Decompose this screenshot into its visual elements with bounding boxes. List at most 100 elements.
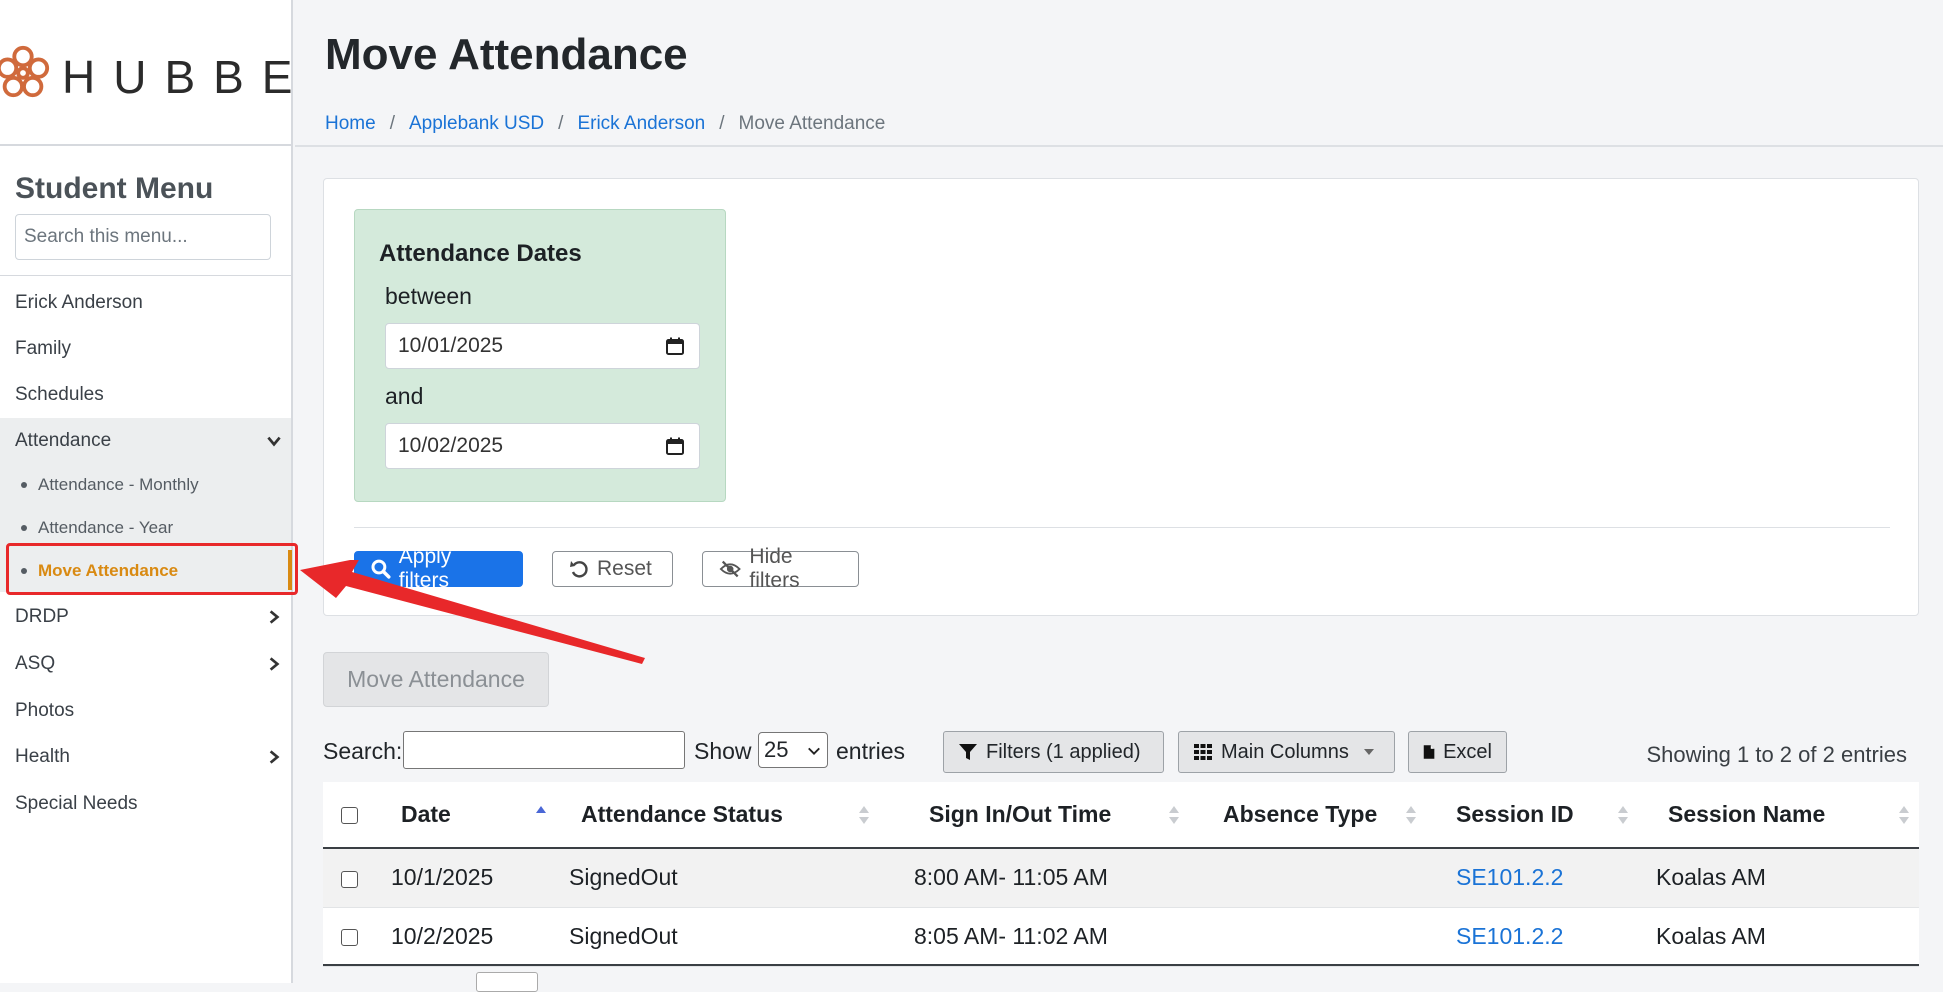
cell-status: SignedOut xyxy=(556,907,879,967)
cell-absence-type xyxy=(1189,907,1426,967)
sidebar-subitem-label: Attendance - Monthly xyxy=(38,475,199,494)
breadcrumb-student-link[interactable]: Erick Anderson xyxy=(577,113,705,135)
cell-status: SignedOut xyxy=(556,848,879,908)
sort-both-icon xyxy=(1899,806,1909,824)
logo-text: HUBBE xyxy=(62,51,311,103)
sidebar-item-photos[interactable]: Photos xyxy=(0,688,291,734)
end-date-input[interactable]: 10/02/2025 xyxy=(385,423,700,469)
page-header: Move Attendance Home / Applebank USD / E… xyxy=(295,0,1943,147)
column-header-label: Sign In/Out Time xyxy=(929,801,1112,827)
breadcrumb-separator: / xyxy=(389,113,395,134)
row-checkbox[interactable] xyxy=(341,929,358,947)
between-label: between xyxy=(385,283,472,309)
column-header-label: Session ID xyxy=(1456,801,1574,827)
sidebar-item-label: Erick Anderson xyxy=(15,292,143,313)
chevron-down-icon xyxy=(267,436,281,447)
sidebar-subitem-move-attendance[interactable]: Move Attendance xyxy=(0,551,291,591)
cell-session-name: Koalas AM xyxy=(1638,907,1919,967)
page-size-value: 25 xyxy=(764,737,789,762)
hide-filters-label: Hide filters xyxy=(749,545,800,592)
sidebar-item-erick-anderson[interactable]: Erick Anderson xyxy=(0,280,291,326)
pagination-stub xyxy=(476,972,538,992)
column-header-attendance-status[interactable]: Attendance Status xyxy=(556,782,879,849)
sidebar-item-label: Schedules xyxy=(15,384,104,405)
column-header-session-id[interactable]: Session ID xyxy=(1426,782,1638,849)
file-icon xyxy=(1423,745,1435,759)
sidebar-item-special-needs[interactable]: Special Needs xyxy=(0,781,291,827)
column-header-sign-in-out-time[interactable]: Sign In/Out Time xyxy=(879,782,1189,849)
sidebar-subitem-label: Move Attendance xyxy=(38,561,179,580)
start-date-input[interactable]: 10/01/2025 xyxy=(385,323,700,369)
column-header-absence-type[interactable]: Absence Type xyxy=(1189,782,1426,849)
session-id-link[interactable]: SE101.2.2 xyxy=(1456,864,1563,890)
page-size-select[interactable]: 25 xyxy=(758,732,828,768)
end-date-value: 10/02/2025 xyxy=(398,434,504,457)
select-all-header xyxy=(323,782,381,849)
entries-label: entries xyxy=(836,738,906,764)
cell-session-id: SE101.2.2 xyxy=(1426,848,1638,908)
calendar-icon[interactable] xyxy=(665,436,685,456)
cell-session-id: SE101.2.2 xyxy=(1426,907,1638,967)
start-date-value: 10/01/2025 xyxy=(398,334,504,357)
menu-divider xyxy=(0,275,291,276)
hide-filters-button[interactable]: Hide filters xyxy=(702,545,859,592)
sidebar-item-drdp[interactable]: DRDP xyxy=(0,594,291,640)
sidebar-subitem-attendance-year[interactable]: Attendance - Year xyxy=(0,508,291,548)
column-header-date[interactable]: Date xyxy=(381,782,556,849)
sidebar-item-label: Health xyxy=(15,746,70,767)
undo-icon xyxy=(570,561,588,578)
eye-slash-icon xyxy=(719,560,741,578)
sidebar-item-label: Photos xyxy=(15,700,75,721)
student-menu-title: Student Menu xyxy=(15,172,214,205)
filter-divider xyxy=(354,527,1890,528)
sidebar-item-label: ASQ xyxy=(15,653,56,674)
reset-button[interactable]: Reset xyxy=(552,551,673,587)
calendar-icon[interactable] xyxy=(665,336,685,356)
table-row: 10/1/2025 SignedOut 8:00 AM- 11:05 AM SE… xyxy=(323,848,1919,908)
sidebar-item-label: Special Needs xyxy=(15,793,138,814)
sidebar-subitem-attendance-monthly[interactable]: Attendance - Monthly xyxy=(0,465,291,505)
sidebar-item-label: DRDP xyxy=(15,606,69,627)
table-controls: Search: Show 25 entries Filters (1 appli… xyxy=(323,728,1919,774)
sidebar-item-family[interactable]: Family xyxy=(0,326,291,372)
attendance-table: Date Attendance Status Sign In/Out Time xyxy=(323,782,1919,967)
table-header-row: Date Attendance Status Sign In/Out Time xyxy=(323,782,1919,849)
sort-asc-icon xyxy=(536,806,546,813)
breadcrumb-home-link[interactable]: Home xyxy=(325,113,376,135)
filter-icon xyxy=(959,744,977,760)
table-bottom-rule xyxy=(323,964,1919,966)
session-id-link[interactable]: SE101.2.2 xyxy=(1456,923,1563,949)
search-icon xyxy=(371,559,391,579)
breadcrumb-district-link[interactable]: Applebank USD xyxy=(409,113,544,135)
sort-both-icon xyxy=(859,806,869,824)
column-header-session-name[interactable]: Session Name xyxy=(1638,782,1919,849)
sidebar-item-label: Family xyxy=(15,338,71,359)
menu-search-input[interactable] xyxy=(15,214,271,260)
excel-label: Excel xyxy=(1443,740,1492,763)
column-header-label: Attendance Status xyxy=(581,801,783,827)
sidebar-item-asq[interactable]: ASQ xyxy=(0,641,291,687)
reset-label: Reset xyxy=(597,557,652,580)
excel-export-button[interactable]: Excel xyxy=(1408,731,1507,773)
sort-both-icon xyxy=(1169,806,1179,824)
page-title: Move Attendance xyxy=(325,30,688,79)
row-select-cell xyxy=(323,907,381,967)
move-attendance-button[interactable]: Move Attendance xyxy=(323,652,549,707)
cell-date: 10/2/2025 xyxy=(381,907,556,967)
main-columns-button[interactable]: Main Columns xyxy=(1178,731,1395,773)
cell-absence-type xyxy=(1189,848,1426,908)
sidebar-item-attendance[interactable]: Attendance xyxy=(0,418,291,464)
chevron-right-icon xyxy=(269,610,280,624)
sidebar: HUBBE Student Menu Erick Anderson Family… xyxy=(0,0,293,983)
table-search-input[interactable] xyxy=(403,731,685,769)
main-columns-label: Main Columns xyxy=(1221,740,1349,763)
sidebar-item-health[interactable]: Health xyxy=(0,734,291,780)
table-row: 10/2/2025 SignedOut 8:05 AM- 11:02 AM SE… xyxy=(323,907,1919,967)
select-all-checkbox[interactable] xyxy=(341,807,358,825)
row-checkbox[interactable] xyxy=(341,870,358,888)
and-label: and xyxy=(385,383,424,409)
column-header-label: Date xyxy=(401,801,451,827)
filters-button[interactable]: Filters (1 applied) xyxy=(943,731,1164,773)
sidebar-item-schedules[interactable]: Schedules xyxy=(0,372,291,418)
apply-filters-button[interactable]: Apply filters xyxy=(354,545,523,592)
